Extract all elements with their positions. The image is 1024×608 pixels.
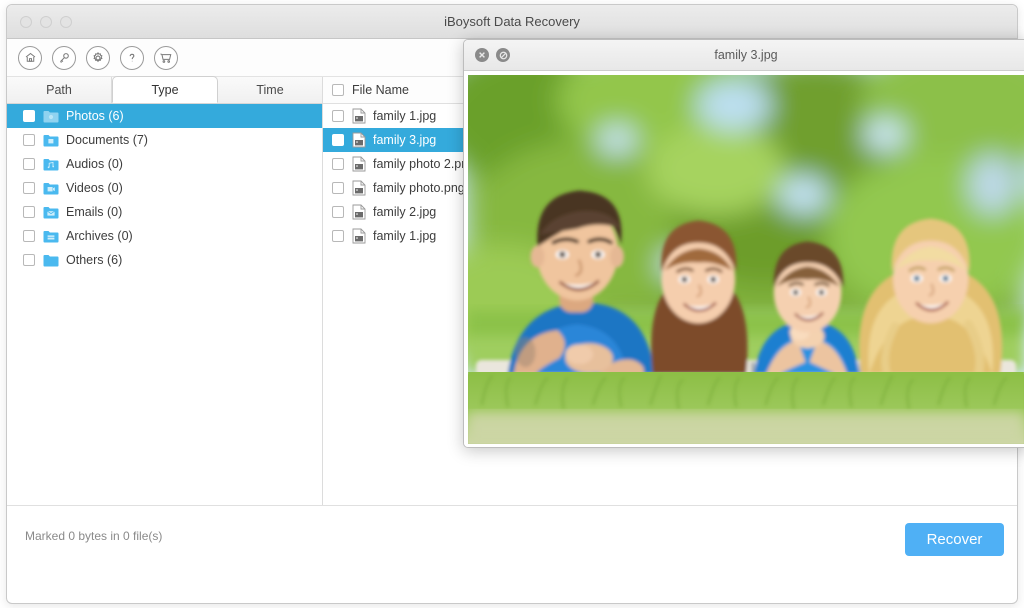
preview-title: family 3.jpg — [464, 48, 1024, 62]
tab-path-label: Path — [46, 83, 72, 97]
checkbox[interactable] — [332, 206, 344, 218]
folder-icon — [43, 158, 59, 171]
image-preview-window: family 3.jpg — [463, 39, 1024, 448]
image-file-icon — [352, 132, 366, 148]
status-text: Marked 0 bytes in 0 file(s) — [25, 529, 162, 543]
sidebar-item-documents[interactable]: Documents (7) — [7, 128, 322, 152]
checkbox[interactable] — [23, 134, 35, 146]
titlebar: iBoysoft Data Recovery — [7, 5, 1017, 39]
tab-type[interactable]: Type — [112, 76, 218, 103]
checkbox[interactable] — [332, 110, 344, 122]
tab-path[interactable]: Path — [7, 77, 112, 103]
home-icon[interactable] — [18, 46, 42, 70]
checkbox[interactable] — [23, 254, 35, 266]
image-file-icon — [352, 108, 366, 124]
folder-icon — [43, 206, 59, 219]
checkbox[interactable] — [332, 182, 344, 194]
folder-icon — [43, 230, 59, 243]
sidebar-item-videos[interactable]: Videos (0) — [7, 176, 322, 200]
folder-icon — [43, 134, 59, 147]
tab-bar: Path Type Time — [7, 77, 322, 104]
cart-icon[interactable] — [154, 46, 178, 70]
checkbox[interactable] — [23, 110, 35, 122]
tab-type-label: Type — [151, 83, 178, 97]
app-root: iBoysoft Data Recovery — [0, 0, 1024, 608]
gear-icon[interactable] — [86, 46, 110, 70]
checkbox[interactable] — [332, 134, 344, 146]
file-name: family 1.jpg — [373, 229, 436, 243]
sidebar-item-label: Others (6) — [66, 253, 122, 267]
sidebar-item-others[interactable]: Others (6) — [7, 248, 322, 272]
checkbox[interactable] — [23, 158, 35, 170]
sidebar-item-label: Audios (0) — [66, 157, 123, 171]
folder-icon — [43, 254, 59, 267]
checkbox[interactable] — [23, 230, 35, 242]
sidebar-item-archives[interactable]: Archives (0) — [7, 224, 322, 248]
tab-time-label: Time — [256, 83, 283, 97]
preview-titlebar: family 3.jpg — [464, 40, 1024, 71]
sidebar-item-label: Archives (0) — [66, 229, 133, 243]
sidebar-item-emails[interactable]: Emails (0) — [7, 200, 322, 224]
select-all-checkbox[interactable] — [332, 84, 344, 96]
image-file-icon — [352, 156, 366, 172]
status-bar: Marked 0 bytes in 0 file(s) Recover — [7, 505, 1017, 567]
sidebar: Path Type Time — [7, 77, 323, 505]
file-name: family 1.jpg — [373, 109, 436, 123]
image-file-icon — [352, 228, 366, 244]
preview-photo — [468, 75, 1024, 444]
recover-button[interactable]: Recover — [905, 523, 1004, 556]
family-photo-illustration — [468, 75, 1024, 444]
checkbox[interactable] — [23, 206, 35, 218]
sidebar-item-photos[interactable]: Photos (6) — [7, 104, 322, 128]
image-file-icon — [352, 204, 366, 220]
checkbox[interactable] — [23, 182, 35, 194]
file-name: family photo 2.png — [373, 157, 475, 171]
folder-icon — [43, 182, 59, 195]
sidebar-item-label: Photos (6) — [66, 109, 124, 123]
folder-icon — [43, 110, 59, 123]
sidebar-item-label: Videos (0) — [66, 181, 123, 195]
checkbox[interactable] — [332, 230, 344, 242]
category-list: Photos (6) Documents (7) — [7, 104, 322, 272]
window-title: iBoysoft Data Recovery — [7, 14, 1017, 29]
preview-body — [464, 71, 1024, 448]
tab-time[interactable]: Time — [218, 77, 322, 103]
sidebar-item-label: Emails (0) — [66, 205, 122, 219]
key-icon[interactable] — [52, 46, 76, 70]
question-icon[interactable] — [120, 46, 144, 70]
sidebar-item-label: Documents (7) — [66, 133, 148, 147]
file-name: family photo.png — [373, 181, 465, 195]
column-header-file-name: File Name — [352, 83, 409, 97]
file-name: family 2.jpg — [373, 205, 436, 219]
checkbox[interactable] — [332, 158, 344, 170]
image-file-icon — [352, 180, 366, 196]
file-name: family 3.jpg — [373, 133, 436, 147]
sidebar-item-audios[interactable]: Audios (0) — [7, 152, 322, 176]
